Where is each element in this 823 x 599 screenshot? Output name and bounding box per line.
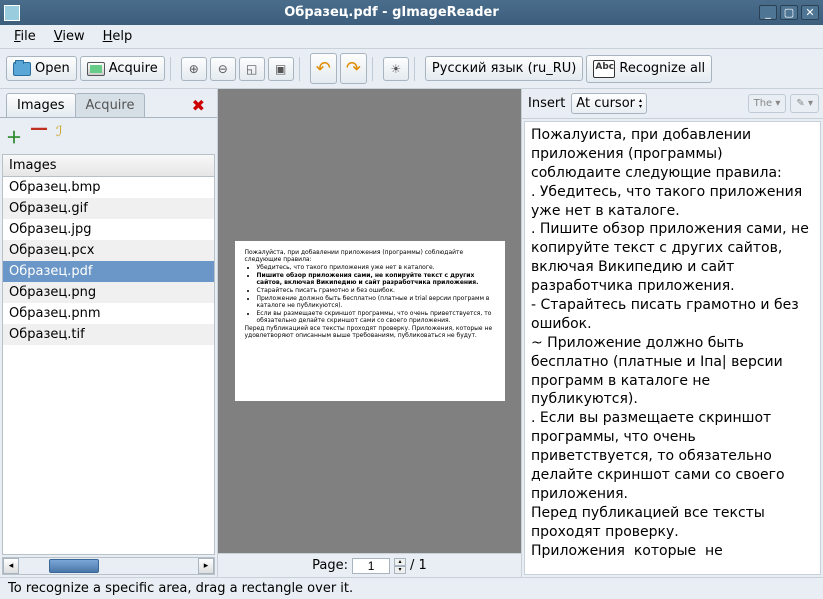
clear-sources-button[interactable]: ℐ [56, 124, 63, 148]
rotate-right-icon: ↷ [346, 58, 361, 79]
zoom-fit-icon: ◱ [245, 62, 259, 76]
tab-images[interactable]: Images [6, 93, 76, 117]
insert-label: Insert [526, 96, 567, 111]
zoom-orig-button[interactable]: ▣ [268, 57, 294, 81]
language-button[interactable]: Русский язык (ru_RU) [425, 56, 583, 81]
combo-down-icon: ▾ [639, 104, 642, 110]
page-up-button[interactable]: ▴ [394, 558, 406, 566]
file-row[interactable]: Образец.jpg [3, 219, 214, 240]
scroll-right-button[interactable]: ▸ [198, 558, 214, 574]
recognize-all-label: Recognize all [619, 61, 705, 76]
menu-file-label: ile [21, 29, 36, 44]
folder-icon [13, 62, 31, 76]
page-total: / 1 [410, 558, 427, 573]
document-view: Пожалуйста, при добавлении приложения (п… [218, 89, 521, 577]
menu-help[interactable]: Help [95, 27, 141, 46]
file-row[interactable]: Образец.gif [3, 198, 214, 219]
language-label: Русский язык (ru_RU) [432, 61, 576, 76]
acquire-button[interactable]: Acquire [80, 56, 165, 81]
app-icon [4, 5, 20, 21]
preview-outro: Перед публикацией все тексты проходят пр… [245, 325, 495, 339]
titlebar: Образец.pdf - gImageReader _ ▢ ✕ [0, 0, 823, 25]
separator [414, 57, 420, 81]
page-label: Page: [312, 558, 348, 573]
maximize-button[interactable]: ▢ [780, 5, 798, 20]
separator [372, 57, 378, 81]
zoom-in-button[interactable]: ⊕ [181, 57, 207, 81]
open-label: Open [35, 61, 70, 76]
ocr-icon [593, 60, 615, 78]
rotate-left-icon: ↶ [316, 58, 331, 79]
file-row[interactable]: Образец.pnm [3, 303, 214, 324]
file-list-header: Images [2, 154, 215, 177]
file-list[interactable]: Образец.bmpОбразец.gifОбразец.jpgОбразец… [2, 177, 215, 555]
separator [299, 57, 305, 81]
document-page: Пожалуйста, при добавлении приложения (п… [235, 241, 505, 401]
preview-b1: Убедитесь, что такого приложения уже нет… [257, 264, 495, 271]
zoom-100-icon: ▣ [274, 62, 288, 76]
scroll-thumb[interactable] [49, 559, 99, 573]
page-down-button[interactable]: ▾ [394, 566, 406, 574]
zoom-in-icon: ⊕ [187, 62, 201, 76]
zoom-fit-button[interactable]: ◱ [239, 57, 265, 81]
preview-intro: Пожалуйста, при добавлении приложения (п… [245, 249, 495, 263]
zoom-out-button[interactable]: ⊖ [210, 57, 236, 81]
file-row[interactable]: Образец.pdf [3, 261, 214, 282]
file-row[interactable]: Образец.pcx [3, 240, 214, 261]
remove-source-button[interactable]: — [30, 124, 48, 148]
brightness-button[interactable]: ☀ [383, 57, 409, 81]
open-button[interactable]: Open [6, 56, 77, 81]
page-spinner[interactable]: ▴ ▾ [394, 558, 406, 574]
recognize-all-button[interactable]: Recognize all [586, 55, 712, 83]
file-row[interactable]: Образец.tif [3, 324, 214, 345]
window-title: Образец.pdf - gImageReader [27, 5, 756, 20]
tab-acquire[interactable]: Acquire [75, 93, 146, 117]
file-row[interactable]: Образец.png [3, 282, 214, 303]
document-canvas[interactable]: Пожалуйста, при добавлении приложения (п… [218, 89, 521, 553]
close-panel-button[interactable]: ✖ [186, 96, 211, 115]
rotate-left-button[interactable]: ↶ [310, 53, 337, 84]
statusbar: To recognize a specific area, drag a rec… [0, 577, 823, 599]
scanner-icon [87, 62, 105, 76]
insert-mode-value: At cursor [576, 96, 635, 111]
source-tabs: Images Acquire ✖ [0, 89, 217, 117]
menu-view-label: iew [62, 29, 84, 44]
preview-b4: Приложение должно быть бесплатно (платны… [257, 295, 495, 309]
hscrollbar[interactable]: ◂ ▸ [2, 557, 215, 575]
minimize-button[interactable]: _ [759, 5, 777, 20]
sources-panel: Images Acquire ✖ ＋ — ℐ Images Образец.bm… [0, 89, 218, 577]
page-bar: Page: ▴ ▾ / 1 [218, 553, 521, 577]
output-panel: Insert At cursor ▴▾ The ▾ ✎ ▾ Пожалуиста… [521, 89, 823, 577]
file-row[interactable]: Образец.bmp [3, 177, 214, 198]
output-toolbar: Insert At cursor ▴▾ The ▾ ✎ ▾ [522, 89, 823, 119]
page-number-input[interactable] [352, 558, 390, 574]
zoom-out-icon: ⊖ [216, 62, 230, 76]
menubar: File View Help [0, 25, 823, 49]
menu-file[interactable]: File [6, 27, 44, 46]
preview-b2: Пишите обзор приложения сами, не копируй… [257, 272, 495, 286]
insert-mode-combo[interactable]: At cursor ▴▾ [571, 93, 647, 114]
close-button[interactable]: ✕ [801, 5, 819, 20]
add-source-button[interactable]: ＋ [6, 124, 22, 148]
output-textarea[interactable]: Пожалуиста, при добавлении приложения (п… [524, 121, 821, 575]
main-toolbar: Open Acquire ⊕ ⊖ ◱ ▣ ↶ ↷ ☀ Русский язык … [0, 49, 823, 89]
status-text: To recognize a specific area, drag a rec… [8, 581, 353, 596]
brightness-icon: ☀ [389, 62, 403, 76]
separator [170, 57, 176, 81]
rotate-right-button[interactable]: ↷ [340, 53, 367, 84]
output-settings-button[interactable]: ✎ ▾ [790, 94, 819, 113]
acquire-label: Acquire [109, 61, 158, 76]
main-area: Images Acquire ✖ ＋ — ℐ Images Образец.bm… [0, 89, 823, 577]
menu-help-label: elp [112, 29, 132, 44]
the-button[interactable]: The ▾ [748, 94, 787, 113]
preview-b5: Если вы размещаете скриншот программы, ч… [257, 310, 495, 324]
menu-view[interactable]: View [46, 27, 93, 46]
scroll-left-button[interactable]: ◂ [3, 558, 19, 574]
preview-b3: Старайтесь писать грамотно и без ошибок. [257, 287, 495, 294]
sources-toolbar: ＋ — ℐ [0, 117, 217, 154]
